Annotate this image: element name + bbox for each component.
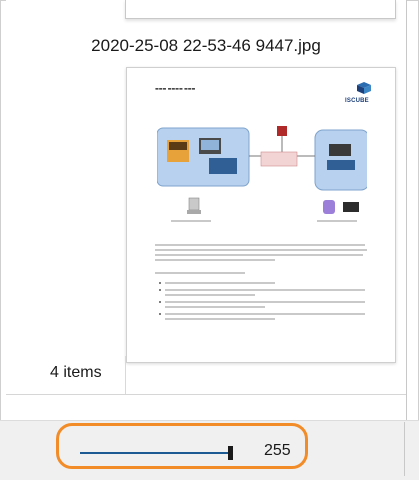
- logo-text: ISCUBE: [345, 98, 369, 104]
- file-thumbnail[interactable]: ▬▬▬ ▬▬▬▬ ▬▬▬ ISCUBE: [126, 67, 396, 363]
- zoom-slider-track[interactable]: [80, 452, 231, 454]
- document-text-line: [165, 318, 275, 320]
- document-text-line: [165, 306, 265, 308]
- file-view-pane: 2020-25-08 22-53-46 9447.jpg ▬▬▬ ▬▬▬▬ ▬▬…: [6, 0, 406, 394]
- pane-divider: [6, 394, 406, 395]
- document-text-line: [165, 294, 255, 296]
- document-text-line: [165, 301, 365, 303]
- zoom-slider-thumb[interactable]: [228, 446, 234, 460]
- bullet-point: [159, 313, 161, 315]
- document-header-text: ▬▬▬ ▬▬▬▬ ▬▬▬: [155, 86, 196, 91]
- status-bar-separator: [404, 422, 405, 476]
- document-text-line: [165, 289, 365, 291]
- cube-logo-icon: [357, 82, 371, 94]
- bullet-point: [159, 282, 161, 284]
- bullet-point: [159, 289, 161, 291]
- item-count: 4 items: [50, 364, 102, 381]
- zoom-slider-value: 255: [264, 442, 291, 459]
- file-name-label: 2020-25-08 22-53-46 9447.jpg: [91, 36, 321, 55]
- network-diagram: [157, 126, 367, 222]
- document-text-line: [155, 254, 363, 256]
- document-text-line: [165, 313, 365, 315]
- document-text-line: [155, 244, 365, 246]
- pane-border: [406, 0, 407, 420]
- previous-file-thumbnail[interactable]: [125, 0, 396, 19]
- document-text-line: [165, 282, 275, 284]
- bullet-point: [159, 301, 161, 303]
- document-text-line: [155, 259, 275, 261]
- document-text-line: [155, 249, 367, 251]
- document-text-line: [155, 272, 245, 274]
- item-count-separator: [125, 356, 126, 394]
